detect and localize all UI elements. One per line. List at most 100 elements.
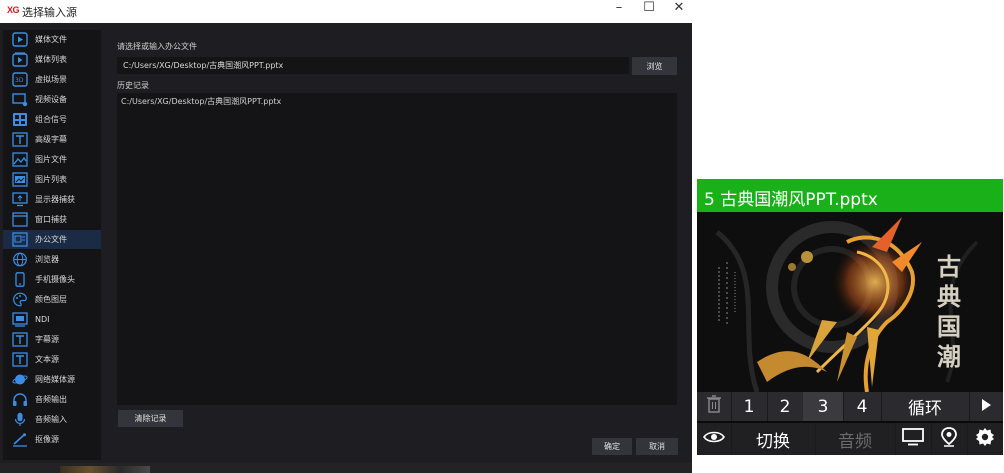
sidebar-item-image-file[interactable]: 图片文件 bbox=[3, 150, 101, 169]
play-icon bbox=[12, 32, 28, 47]
history-list[interactable]: C:/Users/XG/Desktop/古典国潮风PPT.pptx bbox=[117, 93, 677, 405]
history-item[interactable]: C:/Users/XG/Desktop/古典国潮风PPT.pptx bbox=[121, 96, 281, 107]
taskbar-thumbnail bbox=[60, 466, 150, 473]
sidebar-item-combined-signal[interactable]: 组合信号 bbox=[3, 110, 101, 129]
location-button[interactable] bbox=[931, 423, 968, 455]
sidebar-item-network-media[interactable]: 网络媒体源 bbox=[3, 370, 101, 389]
delete-button[interactable] bbox=[697, 392, 732, 421]
sidebar-item-label: 显示器捕获 bbox=[35, 195, 75, 204]
playlist-icon bbox=[12, 52, 28, 67]
sidebar-item-display-capture[interactable]: 显示器捕获 bbox=[3, 190, 101, 209]
sidebar-item-label: 图片列表 bbox=[35, 175, 67, 184]
sidebar-item-keying-source[interactable]: 抠像源 bbox=[3, 430, 101, 449]
monitor-icon bbox=[902, 427, 924, 451]
sidebar-item-office-file[interactable]: 办公文件 bbox=[3, 230, 101, 249]
settings-button[interactable] bbox=[967, 423, 1003, 455]
sidebar-item-window-capture[interactable]: 窗口捕获 bbox=[3, 210, 101, 229]
window-icon bbox=[12, 212, 28, 227]
office-file-panel: 请选择或输入办公文件 浏览 历史记录 C:/Users/XG/Desktop/古… bbox=[110, 30, 684, 460]
preview-toggle-button[interactable] bbox=[697, 423, 732, 455]
file-path-input[interactable] bbox=[117, 57, 629, 74]
sidebar-item-color-layer[interactable]: 颜色图层 bbox=[3, 290, 101, 309]
sidebar-item-label: 媒体列表 bbox=[35, 55, 67, 64]
sidebar-item-ndi[interactable]: NDI bbox=[3, 310, 101, 329]
play-icon bbox=[980, 397, 992, 417]
sidebar-item-caption-source[interactable]: 字幕源 bbox=[3, 330, 101, 349]
phone-icon bbox=[12, 272, 28, 287]
page-control-bar: 1 2 3 4 循环 bbox=[697, 392, 1003, 421]
svg-text:3D: 3D bbox=[15, 77, 24, 84]
sidebar-item-image-list[interactable]: 图片列表 bbox=[3, 170, 101, 189]
sidebar-item-label: 视频设备 bbox=[35, 95, 67, 104]
sidebar-item-label: 手机摄像头 bbox=[35, 275, 75, 284]
sidebar-item-media-list[interactable]: 媒体列表 bbox=[3, 50, 101, 69]
path-label: 请选择或输入办公文件 bbox=[117, 42, 197, 51]
gear-icon bbox=[975, 427, 995, 452]
sidebar-item-media-file[interactable]: 媒体文件 bbox=[3, 30, 101, 49]
browse-button[interactable]: 浏览 bbox=[632, 57, 677, 75]
3d-scene-icon: 3D bbox=[12, 72, 28, 87]
source-preview-card: 5 古典国潮风PPT.pptx 古 典 国 潮 1 2 3 4 循环 切换 音频 bbox=[697, 179, 1003, 455]
ok-button[interactable]: 确定 bbox=[592, 438, 632, 455]
monitor-icon bbox=[12, 192, 28, 207]
close-button[interactable]: ✕ bbox=[664, 0, 692, 23]
sidebar-item-label: 办公文件 bbox=[35, 235, 67, 244]
switch-button[interactable]: 切换 bbox=[731, 423, 816, 455]
image-icon bbox=[12, 152, 28, 167]
monitor-button[interactable] bbox=[895, 423, 932, 455]
sidebar-item-audio-output[interactable]: 音频输出 bbox=[3, 390, 101, 409]
sidebar-item-label: 网络媒体源 bbox=[35, 375, 75, 384]
ndi-icon bbox=[12, 312, 28, 327]
image-list-icon bbox=[12, 172, 28, 187]
minimize-button[interactable]: – bbox=[604, 0, 634, 23]
loop-button[interactable]: 循环 bbox=[881, 392, 970, 421]
keying-icon bbox=[12, 432, 28, 447]
maximize-button[interactable]: ☐ bbox=[634, 0, 664, 23]
preview-title: 5 古典国潮风PPT.pptx bbox=[704, 190, 878, 210]
mic-icon bbox=[12, 412, 28, 427]
slide-thumbnail[interactable]: 古 典 国 潮 bbox=[697, 212, 1003, 392]
sidebar-item-phone-camera[interactable]: 手机摄像头 bbox=[3, 270, 101, 289]
page-3-button[interactable]: 3 bbox=[803, 392, 844, 421]
sidebar-item-label: 字幕源 bbox=[35, 335, 59, 344]
office-icon bbox=[12, 232, 28, 247]
sidebar-item-virtual-scene[interactable]: 3D 虚拟场景 bbox=[3, 70, 101, 89]
sidebar-item-label: 颜色图层 bbox=[35, 295, 67, 304]
sidebar-item-label: 虚拟场景 bbox=[35, 75, 67, 84]
page-4-button[interactable]: 4 bbox=[843, 392, 882, 421]
sidebar-item-label: 音频输入 bbox=[35, 415, 67, 424]
preview-header: 5 古典国潮风PPT.pptx bbox=[697, 179, 1003, 212]
globe-icon bbox=[12, 252, 28, 267]
caption-icon bbox=[12, 332, 28, 347]
sidebar-item-text-source[interactable]: 文本源 bbox=[3, 350, 101, 369]
text-source-icon bbox=[12, 352, 28, 367]
cancel-button[interactable]: 取消 bbox=[636, 438, 678, 455]
clear-history-button[interactable]: 清除记录 bbox=[118, 410, 183, 427]
title-bar[interactable]: XG 选择输入源 – ☐ ✕ bbox=[0, 0, 692, 23]
grid-icon bbox=[12, 112, 28, 127]
app-logo: XG bbox=[7, 5, 20, 15]
sidebar-item-label: 媒体文件 bbox=[35, 35, 67, 44]
history-label: 历史记录 bbox=[117, 81, 149, 90]
eye-icon bbox=[703, 429, 725, 449]
video-device-icon bbox=[12, 92, 28, 107]
location-icon bbox=[940, 426, 958, 452]
page-2-button[interactable]: 2 bbox=[767, 392, 804, 421]
play-button[interactable] bbox=[969, 392, 1003, 421]
sidebar-item-label: 窗口捕获 bbox=[35, 215, 67, 224]
sidebar-item-label: NDI bbox=[35, 315, 50, 324]
trash-icon bbox=[706, 395, 722, 418]
page-1-button[interactable]: 1 bbox=[731, 392, 768, 421]
sidebar-item-label: 浏览器 bbox=[35, 255, 59, 264]
sidebar-item-advanced-caption[interactable]: 高级字幕 bbox=[3, 130, 101, 149]
output-control-bar: 切换 音频 bbox=[697, 423, 1003, 455]
sidebar-item-audio-input[interactable]: 音频输入 bbox=[3, 410, 101, 429]
sidebar-item-label: 音频输出 bbox=[35, 395, 67, 404]
sidebar-item-video-device[interactable]: 视频设备 bbox=[3, 90, 101, 109]
network-icon bbox=[12, 372, 28, 387]
palette-icon bbox=[12, 292, 28, 307]
sidebar-item-browser[interactable]: 浏览器 bbox=[3, 250, 101, 269]
sidebar-item-label: 抠像源 bbox=[35, 435, 59, 444]
audio-button[interactable]: 音频 bbox=[815, 423, 896, 455]
sidebar-item-label: 图片文件 bbox=[35, 155, 67, 164]
